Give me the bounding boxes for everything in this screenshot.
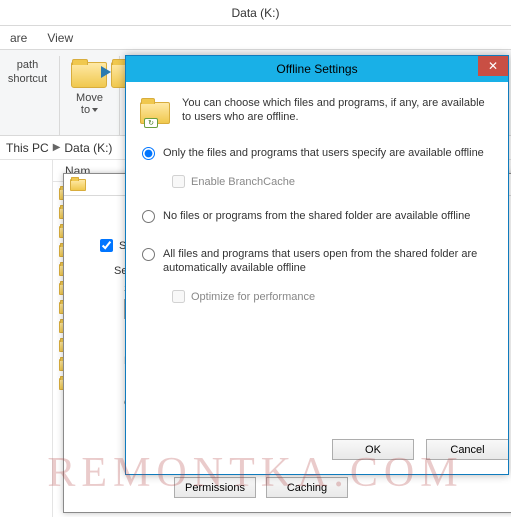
- radio-only-specified[interactable]: [142, 147, 155, 160]
- optimize-label: Optimize for performance: [191, 291, 315, 303]
- folder-icon: [70, 179, 86, 191]
- window-title: Data (K:): [231, 6, 279, 20]
- share-folder-checkbox[interactable]: [100, 239, 113, 252]
- ribbon-paste-shortcut[interactable]: shortcut: [8, 72, 47, 86]
- radio-no-files-label: No files or programs from the shared fol…: [163, 209, 470, 223]
- offline-intro-text: You can choose which files and programs,…: [182, 96, 494, 124]
- branchcache-label: Enable BranchCache: [191, 176, 295, 188]
- radio-no-files[interactable]: [142, 210, 155, 223]
- move-to-label: Move to: [76, 92, 103, 116]
- caching-button[interactable]: Caching: [266, 477, 348, 498]
- breadcrumb-drive[interactable]: Data (K:): [64, 141, 112, 155]
- offline-folder-icon: ↻: [140, 96, 172, 128]
- breadcrumb-root[interactable]: This PC: [6, 141, 49, 155]
- cancel-button[interactable]: Cancel: [426, 439, 508, 460]
- optimize-checkbox: [172, 290, 185, 303]
- offline-titlebar[interactable]: Offline Settings ✕: [126, 56, 508, 82]
- nav-pane[interactable]: [0, 160, 53, 517]
- branchcache-checkbox: [172, 175, 185, 188]
- ribbon-group-clipboard: path shortcut: [0, 56, 60, 136]
- move-to-icon: [71, 58, 109, 90]
- ok-button[interactable]: OK: [332, 439, 414, 460]
- tab-share[interactable]: are: [0, 27, 37, 49]
- offline-title: Offline Settings: [276, 62, 357, 76]
- ribbon-tabs: are View: [0, 26, 511, 50]
- ribbon-copy-path[interactable]: path: [17, 58, 38, 72]
- offline-settings-dialog: Offline Settings ✕ ↻ You can choose whic…: [125, 55, 509, 475]
- permissions-button[interactable]: Permissions: [174, 477, 256, 498]
- close-icon[interactable]: ✕: [478, 56, 508, 76]
- radio-only-specified-label: Only the files and programs that users s…: [163, 146, 484, 160]
- chevron-right-icon: ▶: [53, 142, 61, 153]
- window-titlebar: Data (K:): [0, 0, 511, 26]
- tab-view[interactable]: View: [37, 27, 83, 49]
- radio-all-files-label: All files and programs that users open f…: [163, 247, 494, 275]
- radio-all-files[interactable]: [142, 248, 155, 261]
